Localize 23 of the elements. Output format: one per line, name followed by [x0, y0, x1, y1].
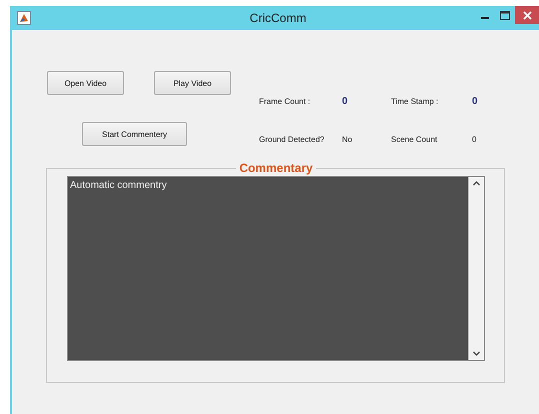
scroll-down-icon[interactable] [473, 351, 480, 356]
commentary-text: Automatic commentry [69, 179, 168, 193]
field-label: Frame Count : [259, 97, 312, 106]
close-button[interactable] [515, 6, 539, 24]
maximize-icon[interactable] [500, 10, 510, 20]
minimize-icon[interactable] [480, 16, 490, 20]
field-label: Ground Detected? [259, 134, 326, 144]
push-button[interactable]: Open Video [47, 71, 124, 95]
field-value: 0 [342, 96, 349, 108]
field-value: 0 [472, 134, 478, 144]
field-value: No [342, 134, 354, 144]
field-label: Time Stamp : [391, 97, 440, 106]
scrollbar[interactable] [468, 177, 484, 360]
field-label: Scene Count [391, 134, 438, 144]
window-title: CricComm [248, 11, 308, 25]
panel-title: Commentary [238, 161, 314, 175]
field-value: 0 [472, 96, 479, 108]
scroll-up-icon[interactable] [473, 181, 480, 186]
push-button[interactable]: Start Commentery [82, 122, 187, 146]
commentary-textbox[interactable]: Automatic commentry [67, 176, 485, 361]
close-icon [522, 10, 532, 20]
push-button[interactable]: Play Video [154, 71, 231, 95]
app-icon [17, 11, 31, 25]
